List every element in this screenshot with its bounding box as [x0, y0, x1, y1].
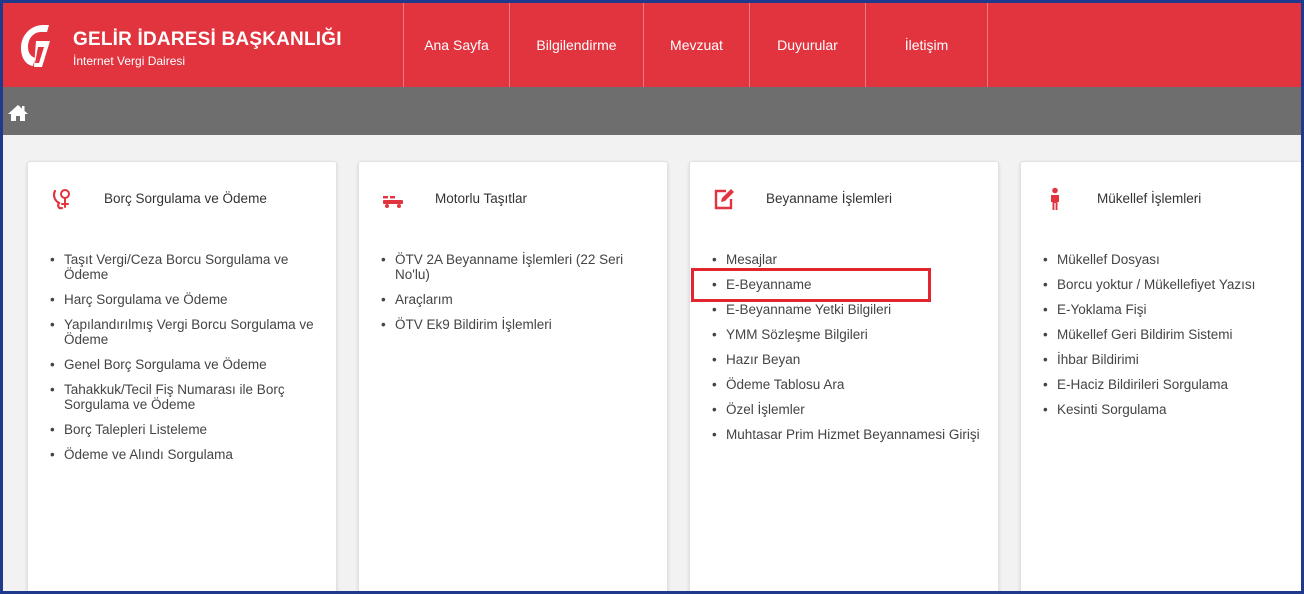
card-link-list: ÖTV 2A Beyanname İşlemleri (22 Seri No'l… [381, 252, 649, 342]
card-header: Beyanname İşlemleri [690, 162, 998, 232]
list-item[interactable]: ÖTV 2A Beyanname İşlemleri (22 Seri No'l… [381, 252, 649, 282]
list-item[interactable]: YMM Sözleşme Bilgileri [712, 327, 980, 342]
list-item[interactable]: Mükellef Geri Bildirim Sistemi [1043, 327, 1301, 342]
list-item[interactable]: E-Yoklama Fişi [1043, 302, 1301, 317]
header: GELİR İDARESİ BAŞKANLIĞI İnternet Vergi … [3, 3, 1301, 87]
list-item[interactable]: Tahakkuk/Tecil Fiş Numarası ile Borç Sor… [50, 382, 318, 412]
vehicle-icon [383, 196, 403, 208]
list-item[interactable]: ÖTV Ek9 Bildirim İşlemleri [381, 317, 649, 332]
person-icon [1051, 187, 1059, 210]
home-icon[interactable] [7, 104, 29, 122]
list-item-e-beyanname[interactable]: E-Beyanname [712, 277, 980, 292]
card-title: Motorlu Taşıtlar [435, 191, 528, 206]
card-header: Motorlu Taşıtlar [359, 162, 667, 232]
list-item[interactable]: Mesajlar [712, 252, 980, 267]
list-item[interactable]: E-Beyanname Yetki Bilgileri [712, 302, 980, 317]
nav-duyurular[interactable]: Duyurular [750, 3, 866, 87]
card-title: Mükellef İşlemleri [1097, 191, 1202, 206]
app-frame: GELİR İDARESİ BAŞKANLIĞI İnternet Vergi … [0, 0, 1304, 594]
nav-ana-sayfa[interactable]: Ana Sayfa [404, 3, 510, 87]
breadcrumb-bar [3, 87, 1301, 135]
card-borc-sorgulama: Borç Sorgulama ve Ödeme Taşıt Vergi/Ceza… [27, 161, 337, 591]
debt-payment-icon [52, 189, 70, 210]
card-link-list: Taşıt Vergi/Ceza Borcu Sorgulama ve Ödem… [50, 252, 318, 472]
main-nav: Ana Sayfa Bilgilendirme Mevzuat Duyurula… [403, 3, 988, 87]
list-item[interactable]: Araçlarım [381, 292, 649, 307]
card-mukellef-islemleri: Mükellef İşlemleri Mükellef Dosyası Borc… [1020, 161, 1301, 591]
card-link-list: Mesajlar E-Beyanname E-Beyanname Yetki B… [712, 252, 980, 452]
list-item[interactable]: Taşıt Vergi/Ceza Borcu Sorgulama ve Ödem… [50, 252, 318, 282]
card-header: Borç Sorgulama ve Ödeme [28, 162, 336, 232]
list-item[interactable]: Ödeme Tablosu Ara [712, 377, 980, 392]
list-item[interactable]: Özel İşlemler [712, 402, 980, 417]
card-title: Borç Sorgulama ve Ödeme [104, 191, 267, 206]
list-item[interactable]: Muhtasar Prim Hizmet Beyannamesi Girişi [712, 427, 980, 442]
list-item[interactable]: E-Haciz Bildirileri Sorgulama [1043, 377, 1301, 392]
card-header: Mükellef İşlemleri [1021, 162, 1301, 232]
list-item[interactable]: Yapılandırılmış Vergi Borcu Sorgulama ve… [50, 317, 318, 347]
list-item[interactable]: Genel Borç Sorgulama ve Ödeme [50, 357, 318, 372]
card-beyanname-islemleri: Beyanname İşlemleri Mesajlar E-Beyanname… [689, 161, 999, 591]
card-title: Beyanname İşlemleri [766, 191, 893, 206]
list-item[interactable]: Mükellef Dosyası [1043, 252, 1301, 267]
edit-document-icon [714, 189, 734, 210]
gib-logo-icon[interactable] [13, 21, 57, 69]
list-item[interactable]: İhbar Bildirimi [1043, 352, 1301, 367]
brand-title: GELİR İDARESİ BAŞKANLIĞI [73, 29, 342, 50]
nav-iletisim[interactable]: İletişim [866, 3, 988, 87]
list-item[interactable]: Borç Talepleri Listeleme [50, 422, 318, 437]
card-link-list: Mükellef Dosyası Borcu yoktur / Mükellef… [1043, 252, 1301, 427]
list-item[interactable]: Hazır Beyan [712, 352, 980, 367]
brand-subtitle: İnternet Vergi Dairesi [73, 54, 186, 68]
list-item[interactable]: Harç Sorgulama ve Ödeme [50, 292, 318, 307]
nav-mevzuat[interactable]: Mevzuat [644, 3, 750, 87]
list-item[interactable]: Kesinti Sorgulama [1043, 402, 1301, 417]
list-item[interactable]: Borcu yoktur / Mükellefiyet Yazısı [1043, 277, 1301, 292]
nav-bilgilendirme[interactable]: Bilgilendirme [510, 3, 644, 87]
card-motorlu-tasitlar: Motorlu Taşıtlar ÖTV 2A Beyanname İşleml… [358, 161, 668, 591]
list-item[interactable]: Ödeme ve Alındı Sorgulama [50, 447, 318, 462]
